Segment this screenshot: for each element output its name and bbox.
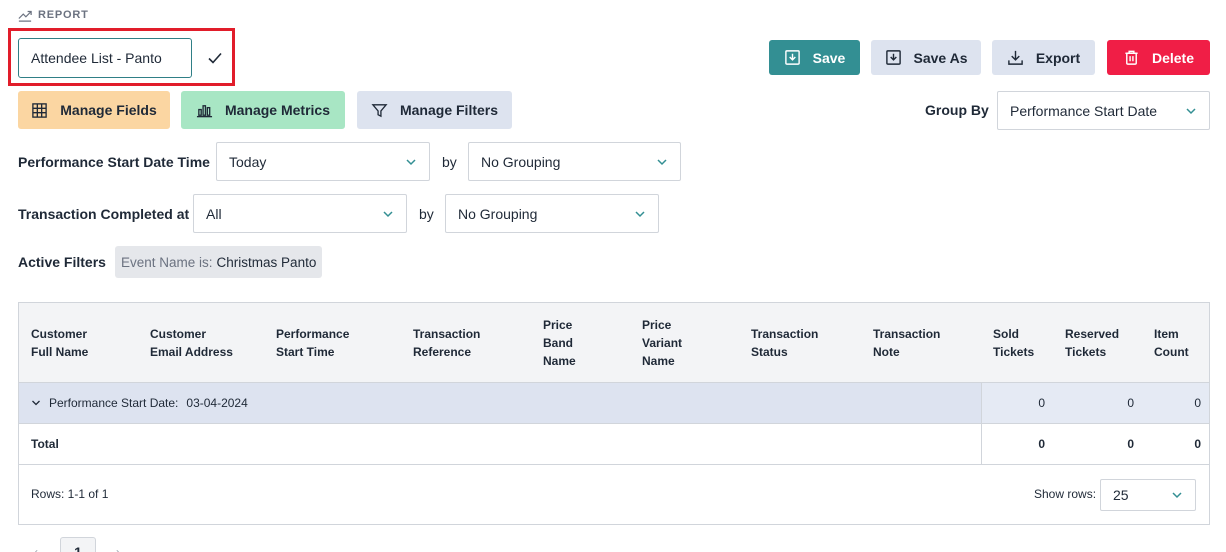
report-label-text: REPORT [38, 9, 89, 21]
active-filters-label: Active Filters [18, 254, 106, 270]
transaction-range-select[interactable]: All [193, 194, 407, 233]
trash-icon [1125, 50, 1138, 65]
column-header-sold-tickets[interactable]: Sold Tickets [993, 325, 1034, 361]
total-sold-tickets: 0 [1038, 437, 1045, 451]
report-name-input[interactable] [18, 38, 192, 78]
total-row-divider [981, 424, 982, 464]
performance-range-value: Today [229, 153, 267, 170]
group-by-select[interactable]: Performance Start Date [997, 91, 1210, 130]
chevron-down-icon[interactable] [31, 398, 41, 408]
export-label: Export [1035, 49, 1081, 66]
column-header-item-count[interactable]: Item Count [1154, 325, 1189, 361]
rows-info: Rows: 1-1 of 1 [31, 487, 109, 501]
group-row-value: 03-04-2024 [186, 396, 248, 410]
export-button[interactable]: Export [992, 40, 1095, 75]
show-rows-label: Show rows: [1034, 487, 1097, 501]
chevron-down-icon [1172, 492, 1182, 499]
manage-filters-button[interactable]: Manage Filters [357, 91, 512, 129]
column-header-customer-email[interactable]: Customer Email Address [150, 325, 233, 361]
chevron-down-icon [406, 158, 416, 165]
performance-grouping-select[interactable]: No Grouping [468, 142, 681, 181]
report-table: Customer Full Name Customer Email Address … [18, 302, 1210, 525]
trending-up-icon [18, 10, 32, 22]
next-page-arrow-icon[interactable]: › [116, 545, 120, 552]
rows-per-page-select[interactable]: 25 [1100, 479, 1196, 511]
table-header: Customer Full Name Customer Email Address … [19, 303, 1209, 383]
transaction-range-value: All [206, 205, 222, 222]
report-section-label: REPORT [18, 8, 89, 22]
manage-fields-button[interactable]: Manage Fields [18, 91, 170, 129]
manage-metrics-button[interactable]: Manage Metrics [181, 91, 345, 129]
column-header-performance-start-time[interactable]: Performance Start Time [276, 325, 349, 361]
manage-metrics-label: Manage Metrics [224, 102, 331, 118]
total-item-count: 0 [1194, 437, 1201, 451]
save-label: Save [812, 49, 846, 66]
total-reserved-tickets: 0 [1127, 437, 1134, 451]
performance-date-label: Performance Start Date Time [18, 154, 210, 170]
manage-filters-label: Manage Filters [399, 102, 499, 118]
prev-page-arrow-icon[interactable]: ‹ [34, 545, 38, 552]
column-header-price-variant-name[interactable]: Price Variant Name [642, 316, 682, 370]
transaction-completed-label: Transaction Completed at [18, 206, 190, 222]
confirm-check-icon[interactable] [206, 49, 224, 67]
chevron-down-icon [383, 210, 393, 217]
performance-range-select[interactable]: Today [216, 142, 430, 181]
column-header-price-band-name[interactable]: Price Band Name [543, 316, 576, 370]
performance-by-label: by [442, 154, 457, 170]
group-sold-tickets: 0 [1038, 396, 1045, 410]
save-button[interactable]: Save [769, 40, 860, 75]
column-header-transaction-note[interactable]: Transaction Note [873, 325, 940, 361]
save-icon [784, 50, 800, 65]
column-header-customer-full-name[interactable]: Customer Full Name [31, 325, 88, 361]
total-row: Total 0 0 0 [19, 424, 1209, 465]
chevron-down-icon [657, 158, 667, 165]
save-as-icon [885, 50, 901, 65]
total-label: Total [31, 437, 59, 451]
group-row[interactable]: Performance Start Date: 03-04-2024 0 0 0 [19, 383, 1209, 424]
group-item-count: 0 [1194, 396, 1201, 410]
group-reserved-tickets: 0 [1127, 396, 1134, 410]
page-button-current[interactable]: 1 [60, 537, 96, 552]
column-header-transaction-status[interactable]: Transaction Status [751, 325, 818, 361]
save-as-button[interactable]: Save As [871, 40, 981, 75]
table-grid-icon [32, 102, 48, 118]
download-icon [1008, 50, 1023, 65]
table-footer: Rows: 1-1 of 1 Show rows: 25 [19, 465, 1209, 524]
save-as-label: Save As [913, 49, 968, 66]
chevron-down-icon [635, 210, 645, 217]
filter-chip-value: Christmas Panto [216, 254, 317, 270]
column-header-reserved-tickets[interactable]: Reserved Tickets [1065, 325, 1119, 361]
group-by-label: Group By [925, 102, 989, 118]
transaction-grouping-select[interactable]: No Grouping [445, 194, 659, 233]
group-by-value: Performance Start Date [1010, 102, 1158, 119]
delete-button[interactable]: Delete [1107, 40, 1210, 75]
chevron-down-icon [1186, 107, 1196, 114]
performance-grouping-value: No Grouping [481, 153, 561, 170]
bar-chart-icon [196, 104, 213, 117]
filter-chip-key: Event Name is: [121, 254, 213, 270]
transaction-grouping-value: No Grouping [458, 205, 538, 222]
column-header-transaction-reference[interactable]: Transaction Reference [413, 325, 480, 361]
group-row-key: Performance Start Date: [49, 396, 179, 410]
rows-per-page-value: 25 [1113, 487, 1129, 503]
delete-label: Delete [1151, 49, 1195, 66]
filter-chip[interactable]: Event Name is: Christmas Panto [115, 246, 323, 278]
transaction-by-label: by [419, 206, 434, 222]
group-row-label: Performance Start Date: 03-04-2024 [31, 396, 248, 410]
filter-funnel-icon [371, 103, 388, 117]
manage-fields-label: Manage Fields [60, 102, 157, 118]
